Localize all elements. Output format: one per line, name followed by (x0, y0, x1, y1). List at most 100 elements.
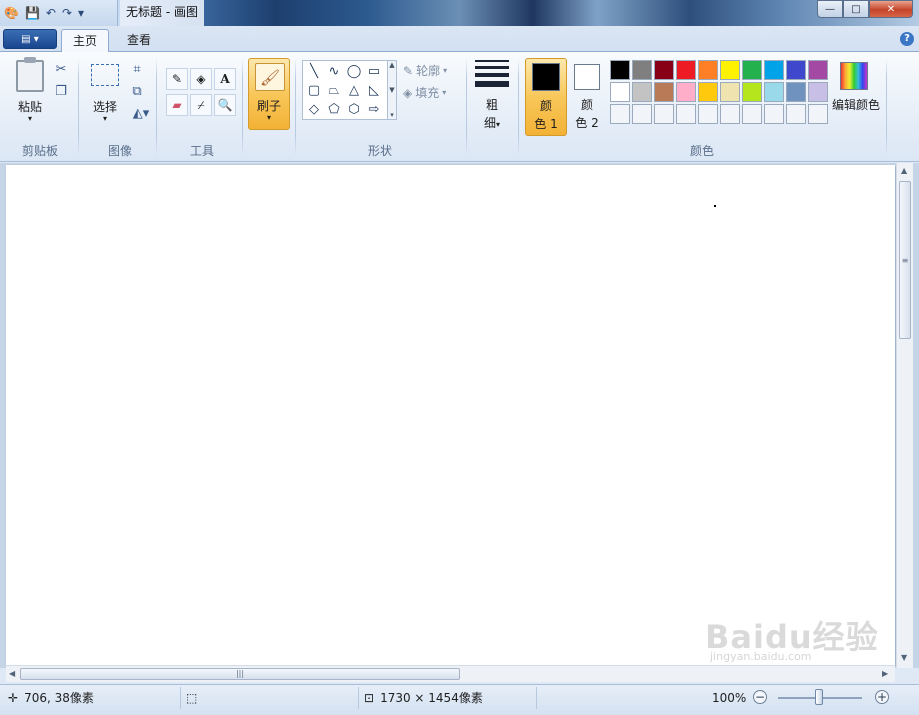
palette-color-swatch[interactable] (632, 60, 652, 80)
palette-color-swatch[interactable] (654, 82, 674, 102)
palette-color-swatch[interactable] (676, 60, 696, 80)
clipboard-icon (16, 57, 44, 92)
hexagon-shape-icon[interactable]: ⬡ (345, 100, 363, 118)
palette-color-swatch[interactable] (676, 82, 696, 102)
palette-color-swatch[interactable] (742, 60, 762, 80)
scroll-left-icon[interactable]: ◀ (9, 669, 15, 678)
palette-color-swatch[interactable] (786, 82, 806, 102)
horizontal-scroll-thumb[interactable]: ||| (20, 668, 460, 680)
zoom-in-button[interactable]: + (875, 690, 889, 704)
custom-color-slot[interactable] (610, 104, 630, 124)
expand-icon[interactable]: ▾ (390, 111, 394, 119)
palette-color-swatch[interactable] (742, 82, 762, 102)
diamond-shape-icon[interactable]: ◇ (305, 100, 323, 118)
shapes-gallery-scroll[interactable]: ▲ ▼ ▾ (387, 60, 397, 120)
palette-color-swatch[interactable] (764, 82, 784, 102)
scroll-up-icon[interactable]: ▲ (901, 166, 907, 175)
custom-color-slot[interactable] (786, 104, 806, 124)
fill-button[interactable]: ◈ 填充 ▾ (403, 84, 446, 101)
drawing-canvas[interactable] (6, 165, 895, 665)
minimize-button[interactable]: — (817, 0, 843, 18)
close-button[interactable]: ✕ (869, 0, 913, 18)
palette-color-swatch[interactable] (698, 82, 718, 102)
brushes-button[interactable]: 🖌 刷子 ▾ (248, 58, 290, 130)
oval-shape-icon[interactable]: ◯ (345, 62, 363, 80)
color1-button[interactable]: 颜 色 1 (525, 58, 567, 136)
custom-color-slot[interactable] (632, 104, 652, 124)
selection-size-segment: ⬚ (186, 685, 197, 711)
palette-color-swatch[interactable] (610, 82, 630, 102)
fill-dropdown-icon: ▾ (442, 88, 447, 97)
canvas-size: 1730 × 1454像素 (380, 691, 483, 705)
rounded-rectangle-shape-icon[interactable]: ▢ (305, 81, 323, 99)
vertical-scrollbar[interactable]: ▲ ≡ ▼ (896, 163, 913, 668)
help-icon[interactable]: ? (900, 32, 914, 46)
custom-color-slot[interactable] (676, 104, 696, 124)
fill-bucket-icon[interactable]: ◈ (190, 68, 212, 90)
copy-icon[interactable]: ❐ (52, 82, 70, 100)
palette-color-swatch[interactable] (786, 60, 806, 80)
zoom-slider-thumb[interactable] (815, 689, 823, 705)
polygon-shape-icon[interactable]: ⏢ (325, 81, 343, 99)
paint-app-icon[interactable]: 🎨 (4, 6, 19, 20)
crop-icon[interactable]: ⌗ (128, 60, 146, 78)
window-title: 无标题 - 画图 (120, 0, 204, 26)
save-icon[interactable]: 💾 (25, 6, 40, 20)
chevron-up-icon[interactable]: ▲ (389, 61, 394, 69)
color-picker-icon[interactable]: ⌿ (190, 94, 212, 116)
eraser-icon[interactable]: ▰ (166, 94, 188, 116)
palette-color-swatch[interactable] (764, 60, 784, 80)
tab-view[interactable]: 查看 (116, 29, 162, 53)
scroll-down-icon[interactable]: ▼ (901, 653, 907, 662)
pentagon-shape-icon[interactable]: ⬠ (325, 100, 343, 118)
cut-icon[interactable]: ✂ (52, 60, 70, 78)
select-dropdown-icon[interactable]: ▾ (99, 114, 111, 123)
resize-icon[interactable]: ⧉ (128, 82, 146, 100)
customize-qat-icon[interactable]: ▾ (78, 6, 84, 20)
cursor-crosshair-icon: ✛ (8, 691, 19, 705)
undo-icon[interactable]: ↶ (46, 6, 56, 20)
paste-dropdown-icon[interactable]: ▾ (24, 114, 36, 123)
horizontal-scrollbar[interactable]: ◀ ||| ▶ (6, 665, 895, 682)
right-arrow-shape-icon[interactable]: ⇨ (365, 100, 383, 118)
palette-color-swatch[interactable] (720, 82, 740, 102)
palette-color-swatch[interactable] (698, 60, 718, 80)
curve-shape-icon[interactable]: ∿ (325, 62, 343, 80)
color-spectrum-icon (840, 62, 868, 90)
rectangle-shape-icon[interactable]: ▭ (365, 62, 383, 80)
palette-color-swatch[interactable] (808, 60, 828, 80)
palette-color-swatch[interactable] (632, 82, 652, 102)
custom-color-slot[interactable] (654, 104, 674, 124)
tab-home[interactable]: 主页 (61, 29, 109, 53)
right-triangle-shape-icon[interactable]: ◺ (365, 81, 383, 99)
custom-color-slot[interactable] (720, 104, 740, 124)
rotate-icon[interactable]: ◭▾ (128, 104, 154, 122)
chevron-down-icon[interactable]: ▼ (389, 86, 394, 94)
outline-button[interactable]: ✎ 轮廓 ▾ (403, 62, 447, 79)
triangle-shape-icon[interactable]: △ (345, 81, 363, 99)
group-label-shapes: 形状 (367, 144, 392, 158)
maximize-button[interactable]: □ (843, 0, 869, 18)
zoom-out-button[interactable]: − (753, 690, 767, 704)
magnifier-icon[interactable]: 🔍 (214, 94, 236, 116)
custom-color-slot[interactable] (764, 104, 784, 124)
custom-color-slot[interactable] (808, 104, 828, 124)
redo-icon[interactable]: ↷ (62, 6, 72, 20)
tools-grid: ✎ ◈ A ▰ ⌿ 🔍 (166, 68, 236, 116)
text-tool-icon[interactable]: A (214, 68, 236, 90)
size-label-line2: 细▾ (483, 116, 501, 130)
palette-color-swatch[interactable] (808, 82, 828, 102)
palette-color-swatch[interactable] (720, 60, 740, 80)
separator (886, 58, 887, 156)
custom-color-slot[interactable] (742, 104, 762, 124)
pencil-icon[interactable]: ✎ (166, 68, 188, 90)
line-shape-icon[interactable]: ╲ (305, 62, 323, 80)
brushes-dropdown-icon: ▾ (266, 113, 271, 122)
palette-color-swatch[interactable] (654, 60, 674, 80)
scroll-right-icon[interactable]: ▶ (882, 669, 888, 678)
palette-color-swatch[interactable] (610, 60, 630, 80)
vertical-scroll-thumb[interactable]: ≡ (899, 181, 911, 339)
separator (518, 58, 519, 156)
custom-color-slot[interactable] (698, 104, 718, 124)
app-menu-button[interactable]: ▤ ▾ (3, 29, 57, 49)
